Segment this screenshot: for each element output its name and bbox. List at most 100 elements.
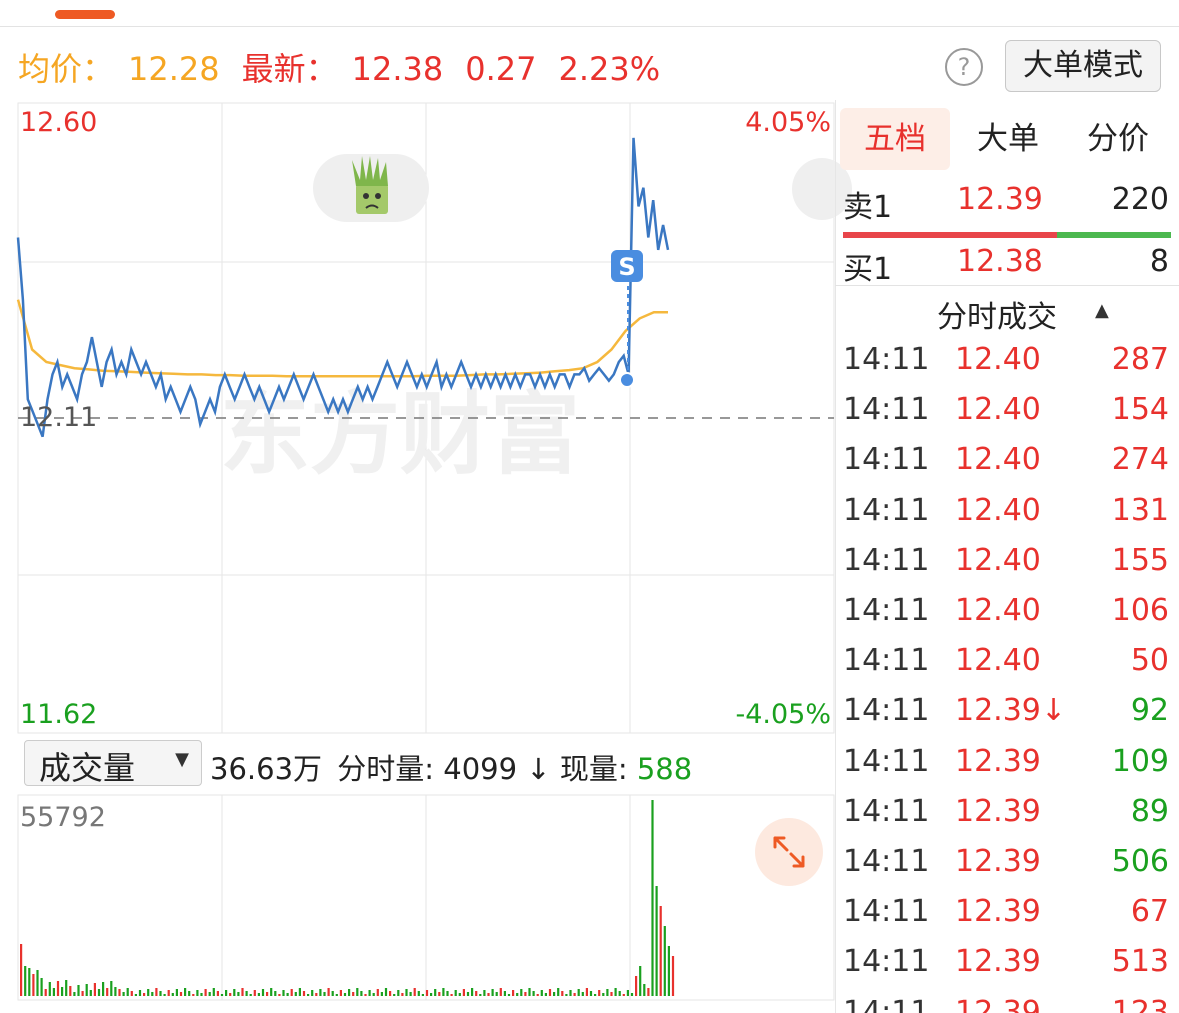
trade-volume: 131 (1111, 492, 1169, 528)
trade-volume: 109 (1111, 743, 1169, 779)
volume-bar (229, 993, 232, 996)
volume-bar (65, 980, 68, 996)
volume-bar (446, 991, 449, 996)
volume-bar (524, 992, 527, 996)
volume-bar (278, 994, 281, 996)
volume-bar (483, 990, 486, 996)
volume-bar (44, 989, 47, 996)
caret-up-icon: ▲ (1095, 300, 1109, 321)
volume-bar (438, 992, 441, 996)
volume-bar (327, 988, 330, 996)
volume-bar (536, 994, 539, 996)
volume-max-label: 55792 (20, 802, 106, 833)
expand-arrows-icon[interactable] (755, 818, 823, 886)
volume-bar (184, 988, 187, 996)
volume-bar (204, 989, 207, 996)
volume-bar (319, 989, 322, 996)
trade-row: 14:11 12.40 287 (835, 340, 1179, 390)
trade-volume: 106 (1111, 593, 1169, 628)
volume-bar (241, 988, 244, 996)
trade-time: 14:11 (843, 743, 930, 779)
tab-big-order[interactable]: 大单 (953, 108, 1063, 170)
volume-bar (196, 990, 199, 996)
volume-bar (335, 994, 338, 996)
trade-volume: 287 (1111, 342, 1169, 377)
trade-price: 12.39 (955, 793, 1041, 829)
trade-row: 14:11 12.39 109 (835, 742, 1179, 792)
volume-bar (553, 992, 556, 996)
volume-bar (249, 994, 252, 996)
volume-bar (585, 988, 588, 996)
volume-bar (413, 988, 416, 996)
trade-price: 12.39 (955, 743, 1041, 779)
volume-bar (635, 976, 638, 996)
volume-bar (577, 989, 580, 996)
volume-bar (380, 992, 383, 996)
volume-bar (212, 988, 215, 996)
volume-bar (581, 992, 584, 996)
buy-1-row: 买1 12.38 8 (835, 244, 1179, 288)
trade-price: 12.39↓ (955, 693, 1067, 729)
volume-bar (126, 988, 129, 996)
tab-price-dist[interactable]: 分价 (1063, 108, 1173, 170)
volume-bar (282, 990, 285, 996)
trades-header[interactable]: 分时成交 ▲ (835, 290, 1179, 335)
volume-bar (20, 944, 23, 996)
volume-bar (85, 984, 88, 996)
volume-bar (52, 988, 55, 996)
pct-min-label: -4.05% (735, 699, 831, 730)
trade-price: 12.39 (955, 894, 1041, 930)
trade-volume: 155 (1111, 542, 1169, 578)
trade-row: 14:11 12.39 123 (835, 993, 1179, 1013)
volume-bar (339, 990, 342, 996)
trade-price: 12.40 (955, 593, 1041, 628)
volume-bar (216, 991, 219, 996)
volume-bar (417, 991, 420, 996)
trade-time: 14:11 (843, 442, 930, 478)
volume-bar (520, 989, 523, 996)
volume-bar (647, 988, 650, 996)
volume-bar (397, 990, 400, 996)
volume-bar (602, 993, 605, 996)
volume-bar (233, 989, 236, 996)
indicator-select[interactable]: 成交量 ▼ (24, 740, 202, 787)
trade-volume: 123 (1111, 994, 1169, 1013)
volume-bar (651, 800, 654, 996)
orderbook-tabs: 五档 大单 分价 (835, 108, 1179, 170)
volume-bar (364, 994, 367, 996)
volume-bar (471, 988, 474, 996)
volume-bar (298, 988, 301, 996)
current-volume-label: 现量: (559, 752, 628, 786)
sell-1-row: 卖1 12.39 220 (835, 182, 1179, 226)
trade-row: 14:11 12.40 274 (835, 440, 1179, 490)
volume-bar (61, 987, 64, 996)
trade-volume: 89 (1130, 793, 1169, 829)
volume-bar (360, 991, 363, 996)
volume-bar (495, 992, 498, 996)
volume-bar (315, 993, 318, 996)
tab-five-level[interactable]: 五档 (840, 108, 950, 170)
buy-1-price: 12.38 (957, 244, 1043, 279)
volume-bar (430, 993, 433, 996)
volume-bar (208, 992, 211, 996)
volume-bar (28, 968, 31, 996)
trade-time: 14:11 (843, 542, 930, 578)
trade-time: 14:11 (843, 643, 930, 679)
volume-bar (307, 994, 310, 996)
volume-bar (434, 989, 437, 996)
volume-bar (40, 978, 43, 996)
trade-list[interactable]: 14:11 12.40 287 14:11 12.40 154 14:11 12.40 274 1… (835, 340, 1179, 1013)
volume-bar (175, 989, 178, 996)
volume-bar (294, 992, 297, 996)
volume-bar (48, 982, 51, 996)
trade-volume: 274 (1111, 442, 1169, 478)
sell-1-volume: 220 (1111, 182, 1169, 217)
volume-bar (138, 990, 142, 996)
volume-bar (134, 994, 137, 996)
trade-row: 14:11 12.39 89 (835, 792, 1179, 842)
volume-bar (89, 990, 92, 996)
total-volume: 36.63万 (210, 752, 323, 786)
buy-1-volume: 8 (1149, 244, 1169, 279)
volume-bar (421, 994, 424, 996)
volume-bar (56, 981, 60, 996)
